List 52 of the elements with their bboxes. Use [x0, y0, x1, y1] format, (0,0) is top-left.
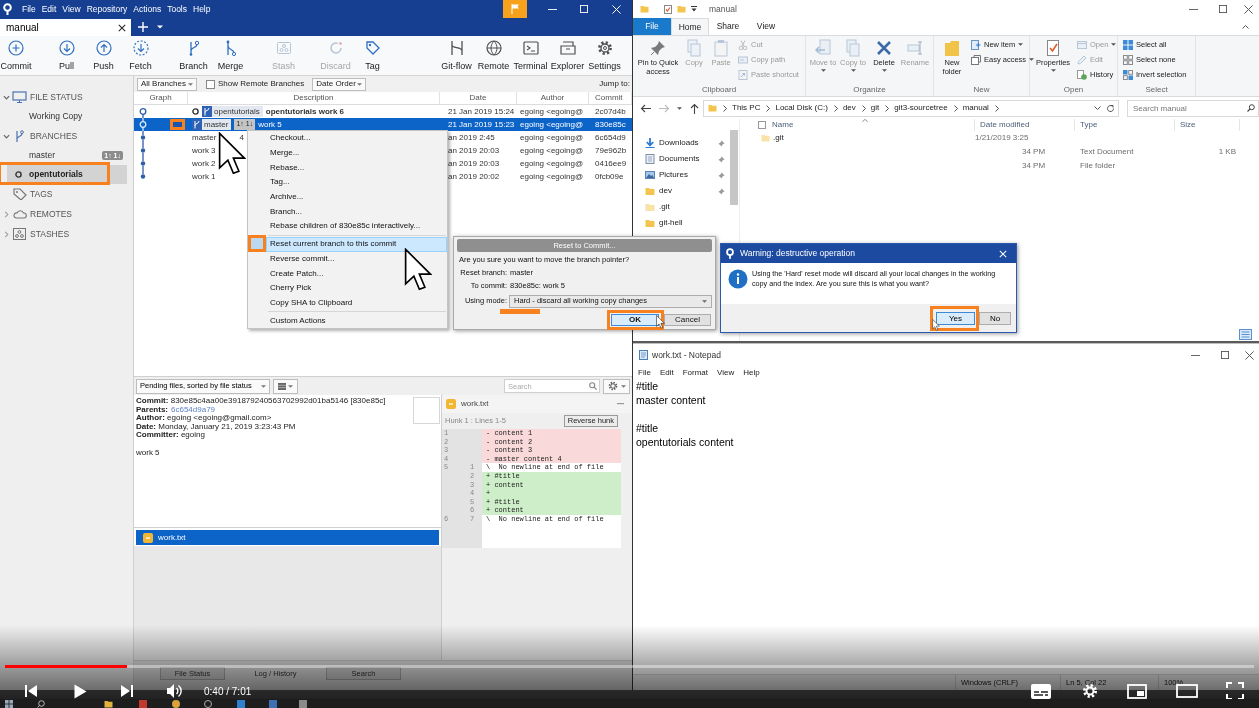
- commit-author: egoing <egoing@: [519, 131, 585, 144]
- commit-message: opentutorials work 6: [265, 105, 345, 118]
- commit-date: 21 Jan 2019 15:23: [447, 118, 516, 131]
- commit-message: 4: [239, 131, 244, 144]
- date-modified: 34 PM: [1021, 146, 1047, 158]
- commit-date: an 2019 2:45: [447, 131, 496, 144]
- date-modified: 1/21/2019 3:25: [975, 132, 1030, 144]
- group-label: Organize: [852, 84, 887, 96]
- detail-line: Author: egoing <egoing@gmail.com>: [136, 414, 273, 423]
- detail-line: Date: Monday, January 21, 2019 3:23:43 PM: [136, 422, 297, 431]
- commit-author: egoing <egoing@: [519, 170, 585, 183]
- commit-author: egoing <egoing@: [519, 157, 585, 170]
- file-size: 1 KB: [1217, 146, 1237, 158]
- commit-message: work 3: [192, 144, 216, 157]
- commit-date: an 2019 20:03: [447, 157, 501, 170]
- date-modified: 34 PM: [1021, 160, 1047, 172]
- commit-hash: 6c654d9: [594, 131, 627, 144]
- commit-hash: 0fcb09e: [594, 170, 625, 183]
- group-label: New: [972, 84, 991, 96]
- document-text: #title master content #title opentutorials content: [635, 379, 735, 450]
- commit-date: an 2019 20:02: [447, 170, 501, 183]
- commit-date: an 2019 20:03: [447, 144, 501, 157]
- checkbox-label: Show Remote Branches: [218, 78, 305, 90]
- file-name: work.txt: [461, 398, 489, 410]
- dialog-title: Warning: destructive operation: [740, 247, 855, 260]
- commit-message: work 2: [192, 157, 216, 170]
- branch-name: opentutorials: [214, 105, 260, 118]
- detail-line: Committer: egoing: [136, 431, 205, 440]
- commit-hash: 830e85c: [594, 118, 627, 131]
- detail-line: Commit: 830e85c4aa00e391879240563702992d01ba5146 [830e85c]: [136, 397, 387, 406]
- commit-author: egoing <egoing@: [519, 105, 585, 118]
- jump-label: Jump to:: [599, 78, 630, 90]
- branch-name: master: [204, 118, 229, 131]
- commit-hash: 79e962b: [594, 144, 628, 157]
- commit-hash: 2c07d4b: [594, 105, 627, 118]
- window-title: work.txt - Notepad: [652, 348, 721, 362]
- commit-message: work 5: [258, 118, 282, 131]
- group-label: Clipboard: [700, 84, 738, 96]
- file-type: Text Document: [1079, 146, 1135, 158]
- commit-author: egoing <egoing@: [519, 144, 585, 157]
- commit-hash: 0416ee9: [594, 157, 628, 170]
- detail-label: Parents:: [136, 405, 168, 415]
- window-title: manual: [709, 2, 737, 16]
- commit-message: work 5: [136, 448, 161, 458]
- group-label: Select: [1144, 84, 1169, 96]
- group-label: Open: [1062, 84, 1085, 96]
- time-display: 0:40 / 7:01: [204, 684, 252, 699]
- commit-author: egoing <egoing@: [519, 118, 585, 131]
- commit-message: work 1: [192, 170, 216, 183]
- commit-message: master: [192, 131, 217, 144]
- commit-date: 21 Jan 2019 15:24: [447, 105, 516, 118]
- file-type: File folder: [1079, 160, 1117, 172]
